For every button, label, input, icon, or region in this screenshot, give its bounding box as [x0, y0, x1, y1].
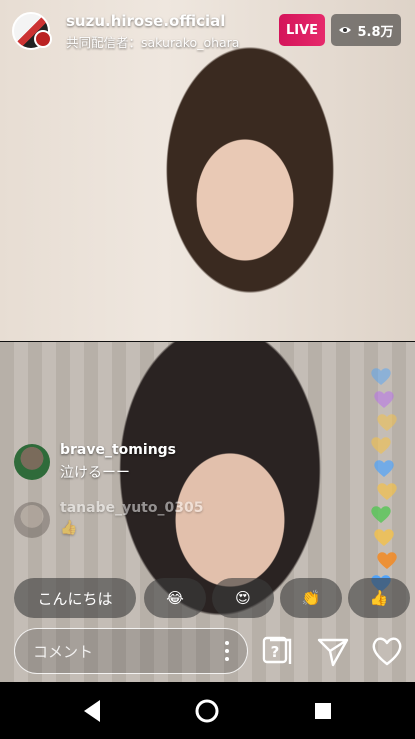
floating-heart-icon: [374, 529, 394, 546]
floating-heart-icon: [377, 483, 397, 500]
heart-outline-icon[interactable]: [370, 634, 404, 668]
comment-item[interactable]: brave_tomings 泣けるーー: [14, 442, 254, 482]
paper-plane-icon[interactable]: [316, 634, 350, 668]
comment-avatar[interactable]: [14, 444, 50, 480]
comment-item[interactable]: tanabe_yuto_0305 👍: [14, 500, 254, 540]
floating-heart-icon: [371, 506, 391, 523]
quick-reaction-thumbs[interactable]: 👍: [348, 578, 410, 618]
cohost-avatar[interactable]: [34, 30, 52, 48]
floating-heart-icon: [374, 391, 394, 408]
comment-input[interactable]: コメント: [14, 628, 248, 674]
quick-reaction-laugh[interactable]: 😂: [144, 578, 206, 618]
comment-text: 👍: [60, 520, 78, 536]
viewer-count: 5.8万: [357, 24, 394, 40]
quick-reactions: こんにちは 😂 😍 👏 👍: [0, 578, 415, 620]
live-badge: LIVE: [279, 14, 325, 46]
svg-text:?: ?: [271, 643, 280, 661]
live-header: suzu.hirose.official 共同配信者：sakurako_ohar…: [0, 0, 415, 52]
floating-heart-icon: [371, 437, 391, 454]
floating-heart-icon: [377, 552, 397, 569]
viewer-count-badge[interactable]: 5.8万: [331, 14, 401, 46]
eye-icon: [339, 27, 352, 33]
question-box-icon[interactable]: ?: [260, 634, 294, 668]
recents-icon[interactable]: [310, 698, 336, 724]
comment-username[interactable]: tanabe_yuto_0305: [60, 500, 203, 516]
quick-reaction-love[interactable]: 😍: [212, 578, 274, 618]
host-username[interactable]: suzu.hirose.official: [66, 12, 225, 30]
more-options-icon[interactable]: [225, 641, 229, 661]
comment-username[interactable]: brave_tomings: [60, 442, 176, 458]
home-icon[interactable]: [194, 698, 220, 724]
floating-heart-icon: [377, 414, 397, 431]
floating-heart-icon: [371, 368, 391, 385]
comment-text: 泣けるーー: [60, 465, 130, 481]
quick-reaction-hello[interactable]: こんにちは: [14, 578, 136, 618]
system-nav-bar: [0, 682, 415, 739]
comment-avatar[interactable]: [14, 502, 50, 538]
floating-heart-icon: [374, 460, 394, 477]
cohost-label[interactable]: 共同配信者：sakurako_ohara: [66, 32, 239, 51]
back-icon[interactable]: [80, 698, 106, 724]
comment-placeholder: コメント: [33, 642, 94, 661]
live-label: LIVE: [285, 22, 319, 38]
quick-reaction-clap[interactable]: 👏: [280, 578, 342, 618]
